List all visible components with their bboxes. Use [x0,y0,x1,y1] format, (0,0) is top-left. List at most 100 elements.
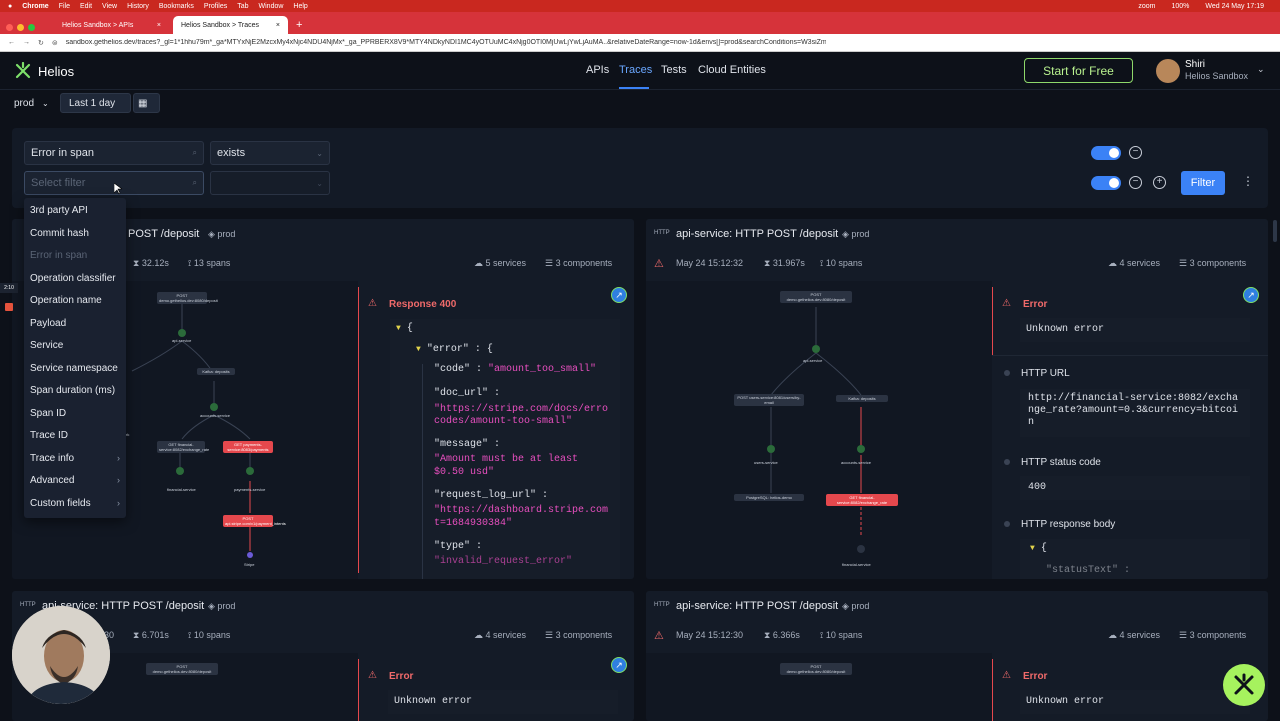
menu-item-custom-fields[interactable]: Custom fields [30,498,91,509]
menu-item-span-id[interactable]: Span ID [30,408,66,419]
menu-item-trace-info[interactable]: Trace info [30,453,74,464]
minimize-window-icon[interactable] [17,24,24,31]
graph-node-error[interactable]: POST api.stripe.com/v1/payment_intents [223,515,286,527]
menu-item-service-namespace[interactable]: Service namespace [30,363,118,374]
tab-apis[interactable]: Helios Sandbox > APIs × [54,16,169,34]
menu-item-operation-classifier[interactable]: Operation classifier [30,273,116,284]
graph-node[interactable]: Kafka: deposits [836,395,888,402]
graph-label: accounts-service [200,413,231,418]
clock[interactable]: Wed 24 May 17:19 [1205,3,1264,10]
menu-item-service[interactable]: Service [30,340,63,351]
nav-traces[interactable]: Traces [619,64,652,76]
tab-traces[interactable]: Helios Sandbox > Traces × [173,16,288,34]
url-field[interactable]: sandbox.gethelios.dev/traces?_gl=1*1hhu7… [66,39,826,46]
chevron-down-icon[interactable]: ⌄ [1257,64,1265,75]
trace-graph[interactable]: POST demo.gethelios.dev:8080/deposit api… [646,281,992,579]
menu-item-payload[interactable]: Payload [30,318,66,329]
close-tab-icon[interactable]: × [276,22,280,29]
zoom-window-icon[interactable] [28,24,35,31]
menu-profiles[interactable]: Profiles [204,3,227,10]
back-icon[interactable]: ← [8,39,15,46]
graph-node[interactable]: GET financial-service:8082/exchange_rate [157,441,209,453]
menu-bookmarks[interactable]: Bookmarks [159,3,194,10]
new-tab-icon[interactable]: + [296,19,302,31]
expand-icon[interactable]: ▼ [396,324,401,333]
graph-node[interactable]: PostgreSQL: helios-demo [734,494,804,501]
filter-dropdown-menu: 3rd party API Commit hash Error in span … [24,198,126,518]
menu-window[interactable]: Window [259,3,284,10]
close-window-icon[interactable] [6,24,13,31]
trace-link-icon[interactable]: ↗ [1243,287,1259,303]
nav-cloud-entities[interactable]: Cloud Entities [698,64,766,76]
duration: ⧗ 32.12s [133,258,169,268]
graph-node-error[interactable]: GET financial-service:8082/exchange_rate [826,494,898,506]
zoom-status[interactable]: zoom [1138,3,1155,10]
graph-node[interactable]: POST demo.gethelios.dev:8080/deposit [146,663,218,675]
battery-status[interactable]: 100% [1171,3,1189,10]
env-label: prod [217,601,236,611]
json-key-text: "type" [434,541,471,552]
menu-item-3rd-party-api[interactable]: 3rd party API [30,205,88,216]
filter-operator-select[interactable]: exists ⌄ [210,141,330,165]
record-stop-icon[interactable] [5,303,13,311]
graph-node[interactable]: POST demo.gethelios.dev:8080/deposit [157,292,218,304]
helios-assistant-button[interactable] [1223,664,1265,706]
expand-icon[interactable]: ▼ [416,345,421,354]
env-select[interactable]: prod ⌄ [6,93,57,113]
trace-link-icon[interactable]: ↗ [611,287,627,303]
remove-filter-icon[interactable]: − [1129,146,1142,159]
site-info-icon[interactable]: ⊜ [52,39,58,47]
error-title: Error [1023,299,1048,310]
duration-value: 31.967s [772,258,805,268]
trace-card[interactable]: HTTP api-service: HTTP POST /deposit ◈ p… [646,219,1268,579]
apple-icon[interactable]: ● [8,3,12,10]
more-options-icon[interactable]: ⋮ [1242,174,1254,188]
trace-link-icon[interactable]: ↗ [611,657,627,673]
menu-tab[interactable]: Tab [237,3,248,10]
operator-select-empty[interactable]: ⌄ [210,171,330,195]
services-value: 5 services [485,258,527,268]
logo[interactable]: Helios [14,62,74,80]
start-for-free-button[interactable]: Start for Free [1024,58,1133,83]
scrollbar-thumb[interactable] [1273,220,1277,242]
filter-toggle-2[interactable] [1091,176,1121,190]
menu-item-commit-hash[interactable]: Commit hash [30,228,89,239]
components-value: 3 components [555,630,613,640]
reload-icon[interactable]: ↻ [38,39,44,47]
date-range-button[interactable]: Last 1 day [60,93,131,113]
nav-apis[interactable]: APIs [586,64,609,76]
json-root: ▼ { [396,323,413,334]
menu-item-advanced[interactable]: Advanced [30,475,74,486]
user-avatar[interactable] [1156,59,1180,83]
nav-tests[interactable]: Tests [661,64,687,76]
graph-node[interactable]: Kafka: deposits [197,368,235,375]
menu-help[interactable]: Help [293,3,307,10]
section-divider [992,355,1268,356]
trace-card[interactable]: HTTP api-service: HTTP POST /deposit ◈ p… [646,591,1268,721]
menu-edit[interactable]: Edit [80,3,92,10]
menu-item-trace-id[interactable]: Trace ID [30,430,68,441]
menu-item-span-duration[interactable]: Span duration (ms) [30,385,115,396]
filter-button[interactable]: Filter [1181,171,1225,195]
app-menu[interactable]: Chrome [22,3,48,10]
menu-view[interactable]: View [102,3,117,10]
graph-label: accounts-service [841,460,872,465]
trace-graph[interactable]: POST demo.gethelios.dev:8080/deposit [646,653,992,721]
graph-node[interactable]: POST demo.gethelios.dev:8080/deposit [780,663,852,675]
close-tab-icon[interactable]: × [157,22,161,29]
graph-node[interactable]: POST demo.gethelios.dev:8080/deposit [780,291,852,303]
json-value: "https://stripe.com/docs/erro [434,404,609,415]
menu-item-operation-name[interactable]: Operation name [30,295,102,306]
remove-filter-icon[interactable]: − [1129,176,1142,189]
graph-node-error[interactable]: GET payments-service:8083/payments [223,441,273,453]
filter-field-input[interactable]: Error in span ⌕ [24,141,204,165]
graph-node[interactable]: POST users-service:8081/users/by-email [734,394,804,406]
http-status-value: 400 [1020,476,1250,500]
forward-icon[interactable]: → [23,39,30,46]
menu-history[interactable]: History [127,3,149,10]
expand-icon[interactable]: ▼ [1030,544,1035,553]
add-filter-icon[interactable]: + [1153,176,1166,189]
filter-toggle-1[interactable] [1091,146,1121,160]
calendar-icon[interactable]: ▦ [133,93,160,113]
menu-file[interactable]: File [59,3,70,10]
